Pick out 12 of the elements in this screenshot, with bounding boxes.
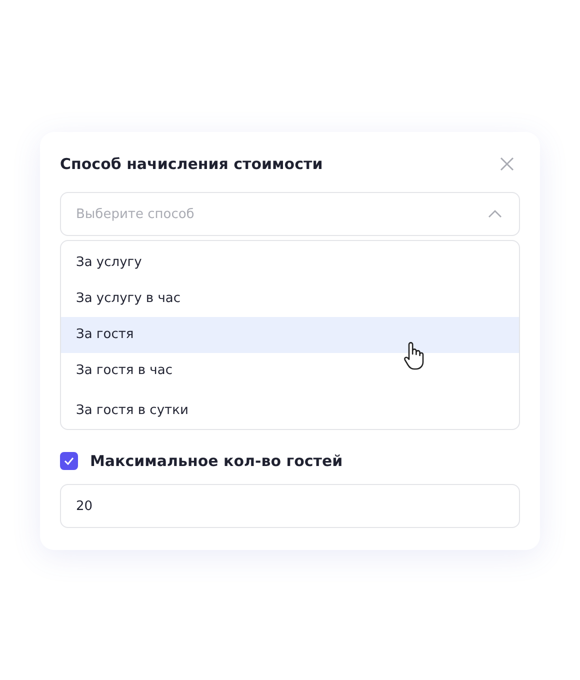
dropdown-option[interactable]: За гостя в час <box>61 353 519 389</box>
dropdown-option[interactable]: За услугу в час <box>61 281 519 317</box>
dropdown-option[interactable]: За услугу <box>61 245 519 281</box>
method-select-field[interactable]: Выберите способ <box>60 192 520 236</box>
dialog-title: Способ начисления стоимости <box>60 155 323 173</box>
checkmark-icon <box>64 457 74 465</box>
dropdown-option[interactable]: За гостя в сутки <box>61 389 519 429</box>
checkbox-label: Максимальное кол-во гостей <box>90 452 343 470</box>
dropdown-option[interactable]: За гостя <box>61 317 519 353</box>
checkbox[interactable] <box>60 452 78 470</box>
guests-input-field[interactable]: 20 <box>60 484 520 528</box>
hand-cursor-icon <box>403 341 425 371</box>
